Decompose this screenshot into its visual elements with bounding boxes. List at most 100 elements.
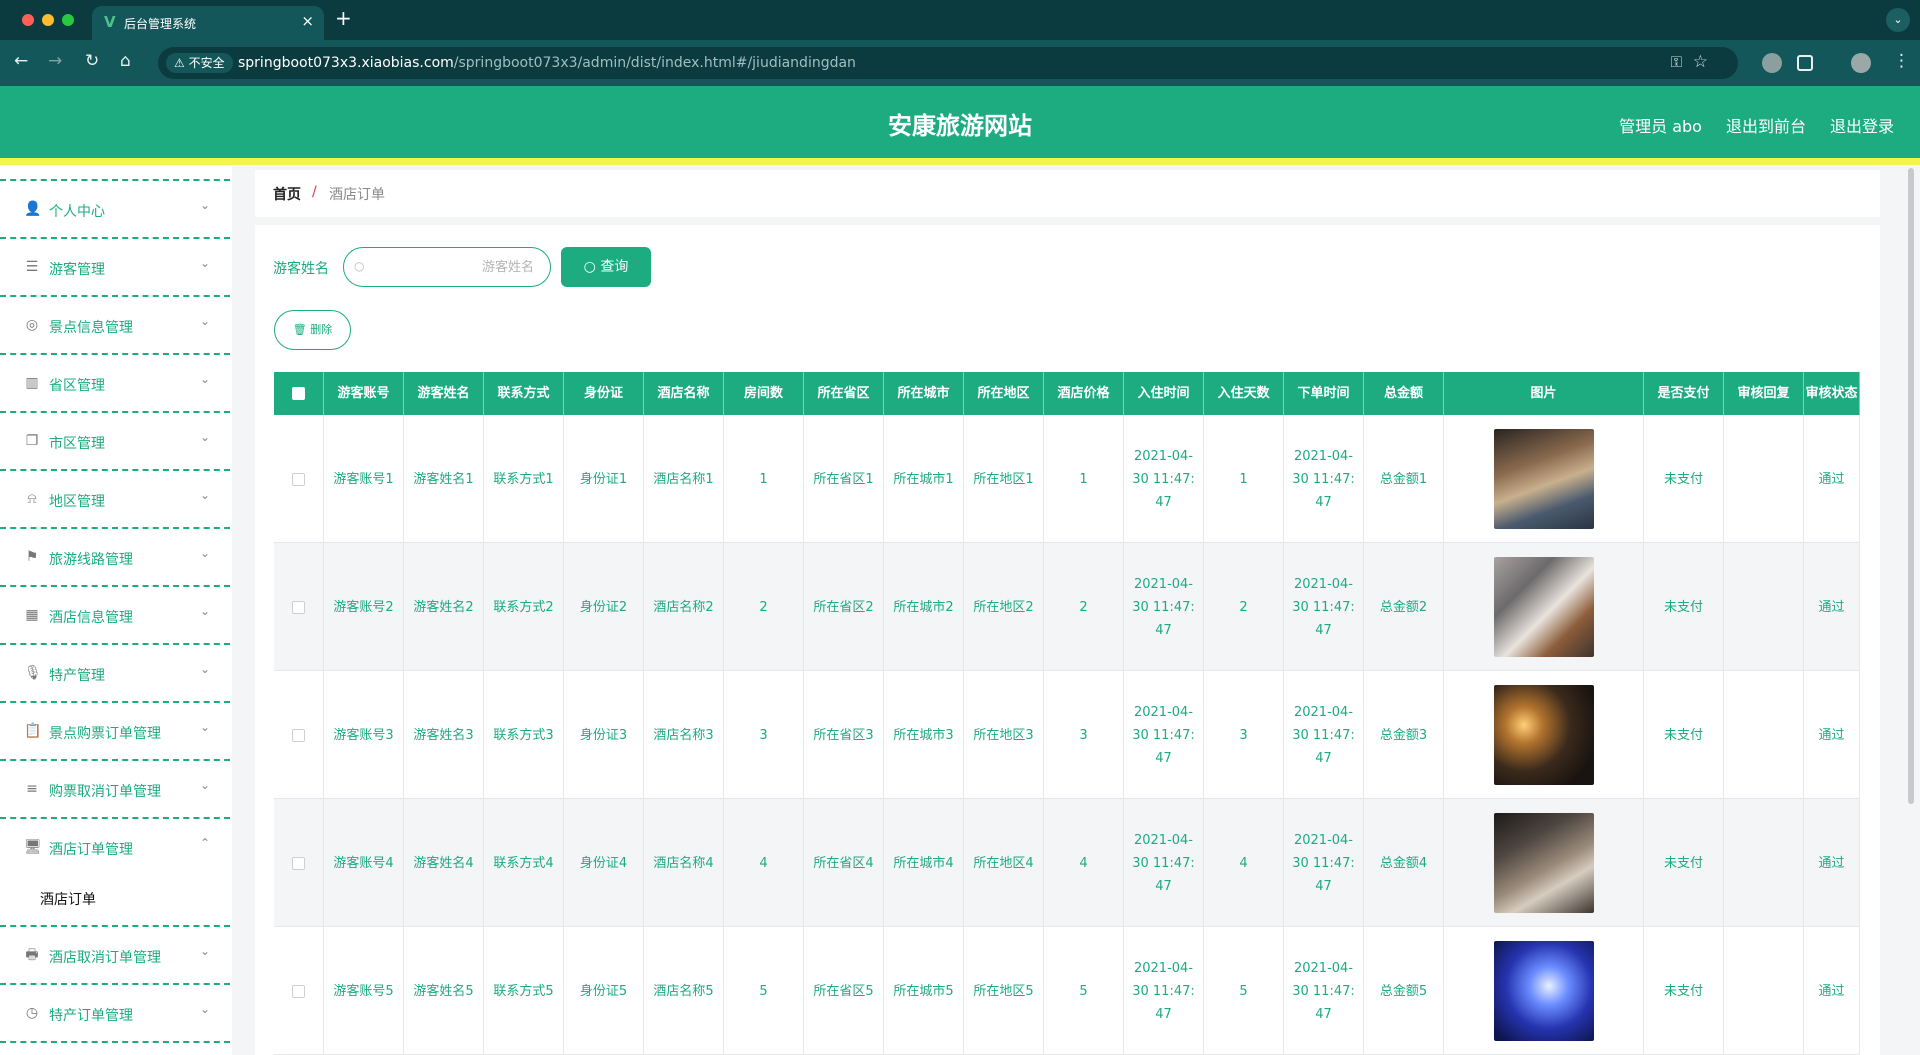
back-icon[interactable]: ← <box>14 51 28 71</box>
bookmark-star-icon[interactable]: ☆ <box>1693 52 1708 72</box>
cell-city: 所在城市3 <box>884 671 964 799</box>
row-select-cell <box>274 799 324 927</box>
address-bar[interactable]: ⚠ 不安全 springboot073x3.xiaobias.com/sprin… <box>158 47 1738 79</box>
forward-icon[interactable]: → <box>48 51 62 71</box>
col-header[interactable]: 下单时间 <box>1284 372 1364 415</box>
col-header[interactable]: 入住时间 <box>1124 372 1204 415</box>
url-host: springboot073x3.xiaobias.com <box>238 55 454 71</box>
col-header[interactable]: 审核状态 <box>1804 372 1860 415</box>
table-row[interactable]: 游客账号2 游客姓名2 联系方式2 身份证2 酒店名称2 2 所在省区2 所在城市2 所在地区2… <box>274 543 1860 671</box>
chevron-down-icon: ⌄ <box>199 198 210 212</box>
url-text[interactable]: springboot073x3.xiaobias.com/springboot0… <box>238 55 856 71</box>
tab-close-icon[interactable]: × <box>301 12 314 30</box>
breadcrumb-current: 酒店订单 <box>329 187 385 203</box>
query-button[interactable]: ○ 查询 <box>561 247 651 287</box>
col-header[interactable]: 身份证 <box>564 372 644 415</box>
col-header[interactable]: 酒店价格 <box>1044 372 1124 415</box>
reload-icon[interactable]: ↻ <box>85 51 99 71</box>
new-tab-icon[interactable]: + <box>335 6 352 30</box>
col-header[interactable]: 所在省区 <box>804 372 884 415</box>
sidebar-item-personal-center[interactable]: 👤 个人中心 ⌄ <box>0 179 230 237</box>
maximize-window-button[interactable] <box>62 14 74 26</box>
page-scrollbar[interactable] <box>1908 168 1914 804</box>
cell-idcard: 身份证4 <box>564 799 644 927</box>
extension-icon[interactable] <box>1762 53 1782 73</box>
sidebar-item-city[interactable]: ❐ 市区管理 ⌄ <box>0 411 230 469</box>
search-input[interactable] <box>374 257 534 277</box>
key-icon[interactable]: ⚿ <box>1671 53 1682 71</box>
hotel-room-image[interactable] <box>1493 557 1594 657</box>
col-header[interactable]: 游客姓名 <box>404 372 484 415</box>
cell-account: 游客账号5 <box>324 927 404 1055</box>
table-row[interactable]: 游客账号1 游客姓名1 联系方式1 身份证1 酒店名称1 1 所在省区1 所在城市1 所在地区1… <box>274 415 1860 543</box>
delete-button[interactable]: 🗑 删除 <box>274 310 351 350</box>
col-header[interactable]: 联系方式 <box>484 372 564 415</box>
row-checkbox[interactable] <box>292 984 305 998</box>
sidebar-subitem-hotel-order[interactable]: 酒店订单 <box>40 889 96 909</box>
chevron-down-icon: ⌄ <box>199 778 210 792</box>
sidebar-item-visitor[interactable]: ☰ 游客管理 ⌄ <box>0 237 230 295</box>
profile-avatar[interactable] <box>1851 53 1871 73</box>
table-row[interactable]: 游客账号3 游客姓名3 联系方式3 身份证3 酒店名称3 3 所在省区3 所在城市3 所在地区3… <box>274 671 1860 799</box>
compass-icon: ◎ <box>25 317 39 333</box>
col-header[interactable]: 房间数 <box>724 372 804 415</box>
select-all-checkbox[interactable] <box>292 387 305 400</box>
home-icon[interactable]: ⌂ <box>120 51 131 71</box>
close-window-button[interactable] <box>22 14 34 26</box>
hotel-room-image[interactable] <box>1493 429 1594 529</box>
hotel-room-image[interactable] <box>1493 685 1594 785</box>
insecure-badge[interactable]: ⚠ 不安全 <box>166 53 233 73</box>
col-header[interactable]: 是否支付 <box>1644 372 1724 415</box>
col-header[interactable]: 所在地区 <box>964 372 1044 415</box>
col-header[interactable]: 游客账号 <box>324 372 404 415</box>
sidebar-item-scenic[interactable]: ◎ 景点信息管理 ⌄ <box>0 295 230 353</box>
sidebar-item-ticket-cancel[interactable]: ≡ 购票取消订单管理 ⌄ <box>0 759 230 817</box>
sidebar-item-route[interactable]: ⚑ 旅游线路管理 ⌄ <box>0 527 230 585</box>
cell-days: 4 <box>1204 799 1284 927</box>
table-row[interactable]: 游客账号5 游客姓名5 联系方式5 身份证5 酒店名称5 5 所在省区5 所在城市5 所在地区5… <box>274 927 1860 1055</box>
sidebar-item-hotel-info[interactable]: ▦ 酒店信息管理 ⌄ <box>0 585 230 643</box>
col-header[interactable]: 入住天数 <box>1204 372 1284 415</box>
minimize-window-button[interactable] <box>42 14 54 26</box>
sidebar-item-specialty-orders[interactable]: ◷ 特产订单管理 ⌄ <box>0 983 230 1041</box>
cell-reply <box>1724 927 1804 1055</box>
puzzle-icon[interactable] <box>1797 55 1813 71</box>
exit-to-front-link[interactable]: 退出到前台 <box>1726 113 1806 137</box>
col-header[interactable]: 所在城市 <box>884 372 964 415</box>
hotel-room-image[interactable] <box>1493 813 1594 913</box>
sidebar-item-province[interactable]: ▥ 省区管理 ⌄ <box>0 353 230 411</box>
sidebar-item-district[interactable]: ⍾ 地区管理 ⌄ <box>0 469 230 527</box>
hotel-room-image[interactable] <box>1493 941 1594 1041</box>
sidebar-item-label: 特产订单管理 <box>49 1008 133 1024</box>
col-header[interactable]: 图片 <box>1444 372 1644 415</box>
cell-city: 所在城市2 <box>884 543 964 671</box>
more-menu-icon[interactable]: ⋮ <box>1893 51 1910 71</box>
col-header[interactable]: 审核回复 <box>1724 372 1804 415</box>
logout-link[interactable]: 退出登录 <box>1830 113 1894 137</box>
row-checkbox[interactable] <box>292 600 305 614</box>
menu-icon: ≡ <box>26 781 38 797</box>
sidebar-item-hotel-cancel[interactable]: 🖶 酒店取消订单管理 ⌄ <box>0 925 230 983</box>
cell-days: 5 <box>1204 927 1284 1055</box>
table-row[interactable]: 游客账号4 游客姓名4 联系方式4 身份证4 酒店名称4 4 所在省区4 所在城市4 所在地区4… <box>274 799 1860 927</box>
cell-checkin: 2021-04-30 11:47:47 <box>1124 927 1204 1055</box>
cell-reply <box>1724 415 1804 543</box>
col-header[interactable]: 酒店名称 <box>644 372 724 415</box>
col-header[interactable]: 总金额 <box>1364 372 1444 415</box>
breadcrumb-home[interactable]: 首页 <box>273 184 301 204</box>
cell-image <box>1444 543 1644 671</box>
row-checkbox[interactable] <box>292 856 305 870</box>
row-checkbox[interactable] <box>292 472 305 486</box>
cell-reply <box>1724 543 1804 671</box>
cell-ordered: 2021-04-30 11:47:47 <box>1284 927 1364 1055</box>
sidebar-item-specialty[interactable]: 🎙 特产管理 ⌄ <box>0 643 230 701</box>
cell-status: 通过 <box>1804 671 1860 799</box>
browser-tab[interactable]: V 后台管理系统 × <box>92 6 324 40</box>
sidebar-item-ticket-orders[interactable]: 📋 景点购票订单管理 ⌄ <box>0 701 230 759</box>
search-field[interactable]: ○ <box>343 247 551 287</box>
cell-district: 所在地区4 <box>964 799 1044 927</box>
cell-phone: 联系方式5 <box>484 927 564 1055</box>
sidebar-item-hotel-orders[interactable]: 🖥 酒店订单管理 ⌃ <box>0 817 230 925</box>
tab-search-icon[interactable]: ⌄ <box>1886 8 1910 32</box>
row-checkbox[interactable] <box>292 728 305 742</box>
